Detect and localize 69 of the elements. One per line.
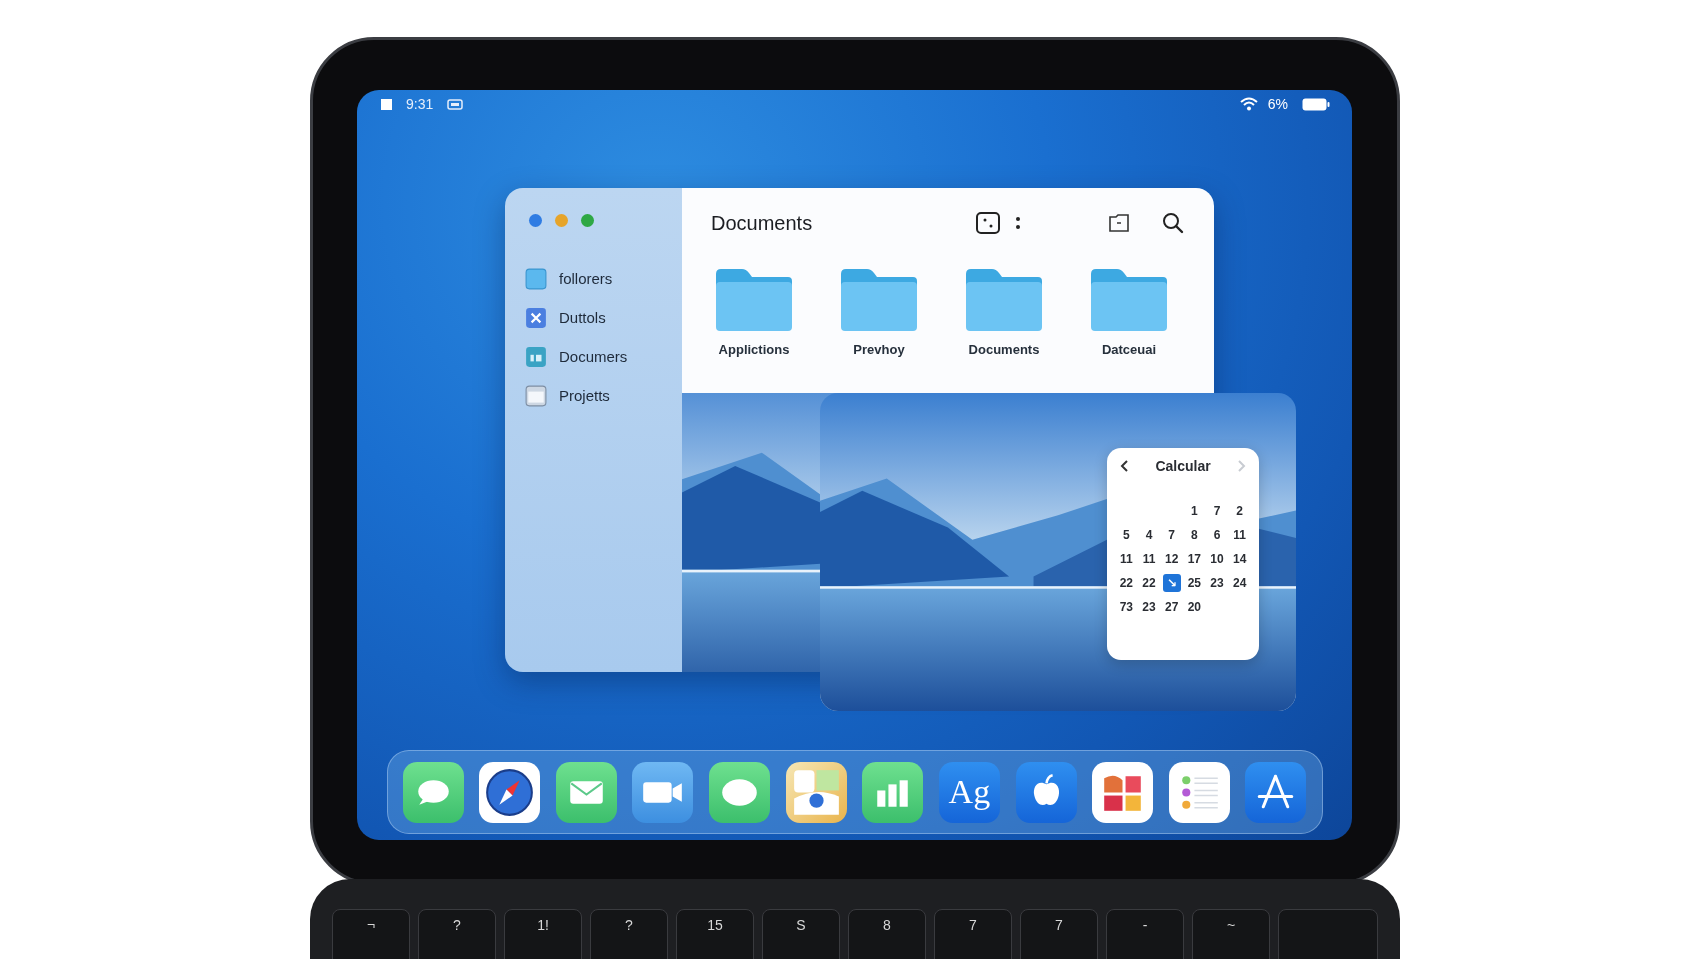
search-icon[interactable] [1162,212,1184,234]
square-icon [381,98,392,110]
calendar-day[interactable]: ↘ [1162,574,1181,592]
clock-time: 9:31 [406,96,434,112]
folder-item[interactable]: Documents [964,268,1044,357]
calendar-day[interactable]: 6 [1208,526,1226,544]
chevron-left-icon[interactable] [1119,459,1129,473]
calendar-day[interactable]: 8 [1185,526,1204,544]
calendar-day[interactable]: 24 [1230,574,1249,592]
folder-item[interactable]: Applictions [714,268,794,357]
calendar-day[interactable]: 2 [1230,502,1249,520]
calendar-day[interactable]: 1 [1185,502,1204,520]
calendar-day[interactable]: 25 [1185,574,1204,592]
calendar-day[interactable]: 27 [1162,598,1181,616]
sidebar-item[interactable]: Projetts [525,376,682,415]
calendar-day[interactable]: 11 [1230,526,1249,544]
keyboard-key[interactable]: ? [590,909,668,959]
keyboard-key[interactable]: 7 [1020,909,1098,959]
calendar-day[interactable]: 7 [1208,502,1226,520]
calendar-day[interactable]: 14 [1230,550,1249,568]
calendar-title: Calcular [1155,458,1211,474]
sidebar-item[interactable]: Duttols [525,298,682,337]
calendar-day[interactable]: 73 [1117,598,1136,616]
keyboard-key[interactable]: 15 [676,909,754,959]
battery-icon [1302,97,1330,111]
window-title: Documents [711,211,814,235]
keyboard-key[interactable]: 8 [848,909,926,959]
calendar-day[interactable]: 5 [1117,526,1136,544]
wifi-icon [1239,97,1258,111]
calendar-day[interactable]: 17 [1185,550,1204,568]
calendar-day[interactable]: 12 [1162,550,1181,568]
calendar-day[interactable]: 4 [1140,526,1158,544]
keyboard-key[interactable]: S [762,909,840,959]
folder-icon[interactable] [1108,213,1130,233]
sidebar-item[interactable]: follorers [525,259,682,298]
sidebar-toggle-icon[interactable] [447,98,464,110]
view-toggle-icon[interactable] [975,211,1001,235]
calendar-square-icon [525,345,547,368]
calendar-day[interactable]: 22 [1117,574,1136,592]
folder-square-icon [525,267,547,290]
calendar-day[interactable]: 20 [1185,598,1204,616]
calendar-day[interactable]: 23 [1208,574,1226,592]
bowtie-square-icon [525,306,547,329]
calendar-day[interactable]: 10 [1208,550,1226,568]
calendar-day[interactable]: 23 [1140,598,1158,616]
folder-icon [1089,268,1169,332]
folder-item[interactable]: Prevhoy [839,268,919,357]
keyboard-key[interactable]: - [1106,909,1184,959]
close-dot[interactable] [529,214,542,227]
folder-icon [964,268,1044,332]
keyboard-key[interactable]: ? [418,909,496,959]
window-icon [525,384,547,407]
keyboard-key[interactable]: ~ [1192,909,1270,959]
minimize-dot[interactable] [555,214,568,227]
keyboard-key[interactable]: 1! [504,909,582,959]
keyboard-key[interactable]: 7 [934,909,1012,959]
folder-item[interactable]: Datceuai [1089,268,1169,357]
calendar-day[interactable]: 11 [1140,550,1158,568]
folder-icon [714,268,794,332]
sidebar-item[interactable]: Documers [525,337,682,376]
calendar-day[interactable]: 11 [1117,550,1136,568]
more-icon[interactable] [1015,215,1021,231]
calendar-day[interactable]: 22 [1140,574,1158,592]
folder-icon [839,268,919,332]
calendar-day[interactable]: 7 [1162,526,1181,544]
keyboard-key[interactable]: ¬ [332,909,410,959]
zoom-dot[interactable] [581,214,594,227]
battery-percent: 6% [1267,96,1288,112]
app-icon[interactable]: Ag [938,761,1000,823]
